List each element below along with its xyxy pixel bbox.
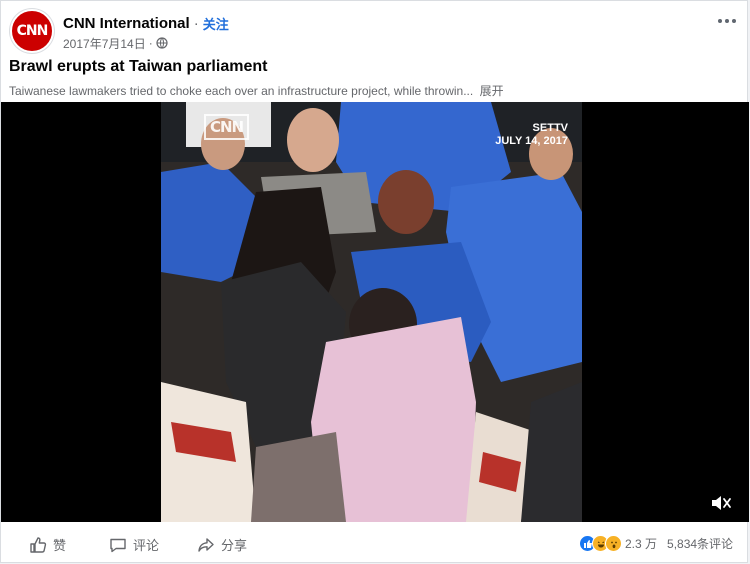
post-meta: 2017年7月14日 · <box>63 35 168 51</box>
reaction-summary[interactable]: 2.3 万 5,834条评论 <box>579 535 733 552</box>
follow-button[interactable]: 关注 <box>203 14 229 33</box>
comments-count[interactable]: 5,834条评论 <box>667 535 733 552</box>
channel-overlay: SETTV JULY 14, 2017 <box>495 122 568 148</box>
video-frame: CNN SETTV JULY 14, 2017 <box>161 102 582 522</box>
dot-icon <box>718 19 722 23</box>
thumbs-up-icon <box>30 536 47 553</box>
comment-button[interactable]: 评论 <box>109 535 159 554</box>
video-watermark: CNN <box>204 114 250 140</box>
share-button[interactable]: 分享 <box>197 535 247 554</box>
post-actions: 赞 评论 分享 2.3 万 5,834条评论 <box>1 528 749 564</box>
post-date[interactable]: 2017年7月14日 <box>63 35 146 52</box>
author-row: CNN International · 关注 <box>63 14 229 32</box>
comment-label: 评论 <box>133 538 160 553</box>
dot-icon <box>732 19 736 23</box>
page-avatar[interactable]: CNN <box>10 9 54 53</box>
dot-icon <box>725 19 729 23</box>
like-button[interactable]: 赞 <box>29 535 66 554</box>
share-label: 分享 <box>221 538 248 553</box>
video-scene-image <box>161 102 582 522</box>
wow-icon <box>605 535 622 552</box>
share-icon <box>198 537 214 552</box>
expand-link[interactable]: 展开 <box>480 84 504 98</box>
date-stamp: JULY 14, 2017 <box>495 135 568 147</box>
post-title[interactable]: Brawl erupts at Taiwan parliament <box>9 58 267 76</box>
channel-name: SETTV <box>532 122 568 134</box>
video-player[interactable]: CNN SETTV JULY 14, 2017 <box>1 102 749 522</box>
like-label: 赞 <box>53 538 67 553</box>
meta-separator: · <box>148 36 153 50</box>
author-name[interactable]: CNN International <box>63 15 190 32</box>
description-text: Taiwanese lawmakers tried to choke each … <box>9 84 474 98</box>
cnn-logo: CNN <box>16 23 49 39</box>
separator-dot: · <box>193 14 199 32</box>
post-card: CNN CNN International · 关注 2017年7月14日 · … <box>0 0 749 564</box>
globe-icon <box>156 37 168 49</box>
reactions-count: 2.3 万 <box>625 537 658 551</box>
more-options-button[interactable] <box>715 13 739 29</box>
post-description: Taiwanese lawmakers tried to choke each … <box>9 82 504 99</box>
mute-icon[interactable] <box>710 494 732 512</box>
comment-icon <box>110 538 126 552</box>
